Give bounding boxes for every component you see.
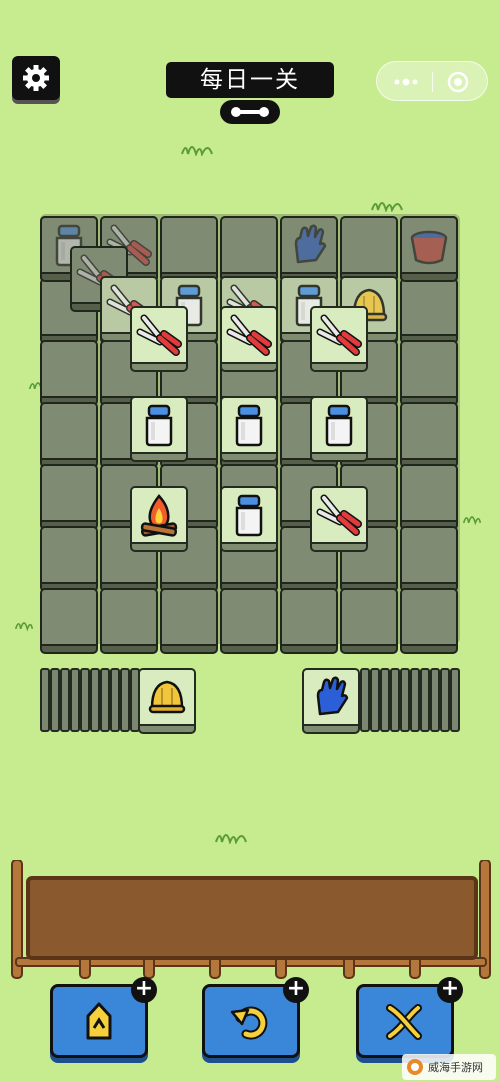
stacked-tile <box>40 668 50 732</box>
hidden-tile <box>40 402 98 468</box>
milk-can-icon <box>222 488 276 544</box>
add-badge[interactable]: + <box>437 977 463 1003</box>
hidden-tile <box>340 216 398 282</box>
watermark-text: 威海手游网 <box>428 1061 483 1074</box>
shuffle-button[interactable]: + <box>356 977 463 1058</box>
board-tile[interactable] <box>310 486 368 552</box>
stacked-tile <box>370 668 380 732</box>
hidden-tile <box>400 464 458 530</box>
grass-icon <box>215 834 247 844</box>
board-tile[interactable] <box>220 486 278 552</box>
stacked-tile <box>410 668 420 732</box>
left-tile-stack <box>40 668 198 734</box>
hidden-tile <box>340 588 398 654</box>
hidden-tile <box>40 588 98 654</box>
watermark: 威海手游网 <box>402 1054 496 1080</box>
scissors-icon <box>312 488 366 544</box>
board-tile <box>400 216 458 282</box>
add-badge[interactable]: + <box>131 977 157 1003</box>
board-tile[interactable] <box>130 486 188 552</box>
milk-can-icon <box>222 398 276 454</box>
target-close-icon[interactable] <box>447 71 469 93</box>
stacked-tile <box>50 668 60 732</box>
stacked-tile <box>120 668 130 732</box>
link-icon <box>220 100 280 124</box>
grass-icon <box>181 146 213 156</box>
hidden-tile <box>40 464 98 530</box>
stacked-tile <box>100 668 110 732</box>
hidden-tile <box>400 588 458 654</box>
stacked-tile <box>430 668 440 732</box>
mini-program-capsule <box>376 61 488 101</box>
grass-icon <box>462 516 482 526</box>
right-tile-stack <box>302 668 460 734</box>
glove-icon <box>304 670 358 726</box>
hidden-tile <box>400 526 458 592</box>
board-tile[interactable] <box>220 306 278 372</box>
board-tile[interactable] <box>310 396 368 462</box>
stacked-tile <box>390 668 400 732</box>
glove-icon <box>282 218 336 274</box>
board-tile[interactable] <box>130 306 188 372</box>
board-tile[interactable] <box>130 396 188 462</box>
milk-can-icon <box>132 398 186 454</box>
settings-button[interactable] <box>12 56 60 100</box>
stacked-tile <box>450 668 460 732</box>
grass-icon <box>371 202 403 212</box>
stack-top-tile[interactable] <box>302 668 360 734</box>
stacked-tile <box>70 668 80 732</box>
shuffle-icon <box>386 1004 422 1040</box>
campfire-icon <box>132 488 186 544</box>
board-tile[interactable] <box>220 396 278 462</box>
stacked-tile <box>110 668 120 732</box>
hidden-tile <box>220 588 278 654</box>
stacked-tile <box>400 668 410 732</box>
undo-icon <box>230 1006 268 1040</box>
game-screen: 每日一关 + + + 威海手游网 <box>0 0 500 1082</box>
add-badge[interactable]: + <box>283 977 309 1003</box>
hidden-tile <box>400 340 458 406</box>
gear-icon <box>23 65 49 91</box>
move-out-button[interactable]: + <box>50 977 157 1058</box>
hidden-tile <box>160 588 218 654</box>
milk-can-icon <box>312 398 366 454</box>
scissors-icon <box>132 308 186 364</box>
hidden-tile <box>400 278 458 344</box>
hidden-tile <box>160 216 218 282</box>
bell-icon <box>140 670 194 726</box>
board-tile <box>280 216 338 282</box>
stacked-tile <box>60 668 70 732</box>
hidden-tile <box>40 340 98 406</box>
tile-tray <box>26 876 478 960</box>
stacked-tile <box>80 668 90 732</box>
stacked-tile <box>420 668 430 732</box>
watermark-logo-icon <box>407 1059 423 1075</box>
tub-icon <box>402 218 456 274</box>
hidden-tile <box>400 402 458 468</box>
stacked-tile <box>90 668 100 732</box>
hidden-tile <box>280 588 338 654</box>
stack-top-tile[interactable] <box>138 668 196 734</box>
hidden-tile <box>40 526 98 592</box>
level-title: 每日一关 <box>166 62 334 98</box>
hidden-tile <box>220 216 278 282</box>
scissors-icon <box>222 308 276 364</box>
scissors-icon <box>312 308 366 364</box>
stacked-tile <box>380 668 390 732</box>
more-dots-icon[interactable] <box>393 76 419 88</box>
board-tile[interactable] <box>310 306 368 372</box>
undo-button[interactable]: + <box>202 977 309 1058</box>
move-out-icon <box>86 1002 112 1040</box>
hidden-tile <box>100 588 158 654</box>
stacked-tile <box>360 668 370 732</box>
stacked-tile <box>440 668 450 732</box>
